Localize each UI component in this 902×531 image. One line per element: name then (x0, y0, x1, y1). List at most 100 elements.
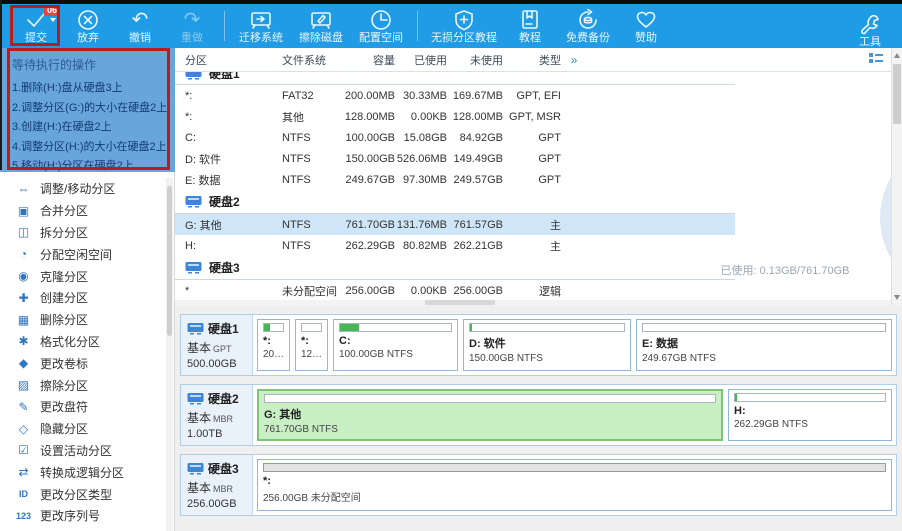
cell-fs: NTFS (282, 219, 337, 231)
sidebar-item-merge[interactable]: ▣合并分区 (0, 200, 175, 222)
sidebar-item-change-drive-letter[interactable]: ✎更改盘符 (0, 396, 175, 418)
disk-scheme: GPT (213, 344, 232, 354)
table-row[interactable]: C:NTFS100.00GB15.08GB84.92GBGPT (175, 127, 735, 148)
create-icon: ✚ (16, 291, 31, 305)
partition-box-selected[interactable]: G: 其他 761.70GB NTFS (257, 389, 723, 441)
sidebar-item-create[interactable]: ✚创建分区 (0, 287, 175, 309)
scroll-down-icon[interactable] (894, 295, 900, 300)
lossless-tutorial-button[interactable]: 无损分区教程 (424, 4, 504, 48)
sidebar-item-delete[interactable]: ▦删除分区 (0, 309, 175, 331)
sidebar-item-hide-partition[interactable]: ◇隐藏分区 (0, 418, 175, 440)
partition-table: 已使用: 0.13GB/761.70GB 分区 文件系统 容量 已使用 未使用 … (175, 48, 902, 305)
partition-box[interactable]: *: 20… (257, 319, 290, 371)
col-type[interactable]: 类型 (503, 52, 561, 68)
table-row[interactable]: H:NTFS262.29GB80.82MB262.21GB主 (175, 235, 735, 256)
disk-icon (187, 392, 204, 405)
partition-box[interactable]: D: 软件 150.00GB NTFS (463, 319, 631, 371)
sponsor-button[interactable]: 赞助 (620, 4, 672, 48)
sidebar-item-change-type-id[interactable]: ID更改分区类型 (0, 483, 175, 505)
partition-title: *: (263, 475, 886, 487)
list-view-toggle-icon[interactable] (869, 53, 884, 66)
cell-type: GPT (503, 174, 561, 186)
sidebar-item-change-serial[interactable]: 123更改序列号 (0, 505, 175, 527)
table-row[interactable]: *未分配空间256.00GB0.00KB256.00GB逻辑 (175, 280, 735, 301)
col-used[interactable]: 已使用 (395, 52, 447, 68)
usage-bar (339, 323, 452, 332)
table-row-selected[interactable]: G: 其他NTFS761.70GB131.76MB761.57GB主 (175, 214, 735, 235)
sidebar-item-change-label[interactable]: ◆更改卷标 (0, 352, 175, 374)
sidebar-item-set-active[interactable]: ☑设置活动分区 (0, 440, 175, 462)
cell-free: 169.67MB (447, 90, 503, 102)
configure-space-button[interactable]: 配置空间 (351, 4, 411, 48)
cell-fs: NTFS (282, 240, 337, 252)
pending-operation-item[interactable]: 1.删除(H:)盘从硬盘3上 (12, 79, 175, 99)
cell-fs: 未分配空间 (282, 283, 337, 299)
table-row[interactable]: *:其他128.00MB0.00KB128.00MBGPT, MSR (175, 106, 735, 127)
sidebar-item-label: 更改盘符 (40, 398, 88, 415)
cell-free: 149.49GB (447, 153, 503, 165)
usage-bar (642, 323, 886, 332)
pending-operation-item[interactable]: 5.移动(H:)分区在硬盘2上 (12, 157, 175, 177)
disk1-label[interactable]: 硬盘1 基本GPT 500.00GB (181, 315, 253, 375)
partition-box[interactable]: H: 262.29GB NTFS (728, 389, 892, 441)
table-row[interactable]: D: 软件NTFS150.00GB526.06MB149.49GBGPT (175, 148, 735, 169)
sidebar-item-allocate-free-space[interactable]: ◔分配空闲空间 (0, 243, 175, 265)
sidebar-item-wipe-partition[interactable]: ▨擦除分区 (0, 374, 175, 396)
undo-button[interactable]: ↶ 撤销 (114, 4, 166, 48)
disk2-label[interactable]: 硬盘2 基本MBR 1.00TB (181, 385, 253, 445)
partition-box[interactable]: *: 12… (295, 319, 328, 371)
table-scrollbar-thumb[interactable] (893, 64, 901, 124)
clone-icon: ◉ (16, 269, 31, 283)
sidebar-item-clone[interactable]: ◉克隆分区 (0, 265, 175, 287)
disk-group-header[interactable]: 硬盘3 (175, 256, 735, 280)
wipe-disk-button[interactable]: 擦除磁盘 (291, 4, 351, 48)
disk-group-header[interactable]: 硬盘1 (175, 72, 735, 85)
sidebar-item-format[interactable]: ✱格式化分区 (0, 331, 175, 353)
columns-more-indicator[interactable]: » (561, 53, 587, 67)
redo-label: 重做 (181, 32, 203, 45)
sidebar-item-convert-logical[interactable]: ⇄转换成逻辑分区 (0, 461, 175, 483)
sidebar-item-label: 更改卷标 (40, 355, 88, 372)
disk3-label[interactable]: 硬盘3 基本MBR 256.00GB (181, 455, 253, 515)
cell-partition: * (185, 285, 282, 297)
col-free[interactable]: 未使用 (447, 52, 503, 68)
col-partition[interactable]: 分区 (185, 52, 282, 68)
table-horizontal-scrollbar[interactable] (175, 300, 891, 305)
col-filesystem[interactable]: 文件系统 (282, 52, 337, 68)
table-vertical-scrollbar[interactable] (891, 48, 902, 305)
disk-group-header[interactable]: 硬盘2 (175, 190, 735, 214)
tutorial-button[interactable]: 教程 (504, 4, 556, 48)
sidebar-item-split[interactable]: ◫拆分分区 (0, 222, 175, 244)
sidebar-item-label: 删除分区 (40, 311, 88, 328)
discard-button[interactable]: 放弃 (62, 4, 114, 48)
partition-box-unallocated[interactable]: *: 256.00GB 未分配空间 (257, 459, 892, 511)
partition-box[interactable]: C: 100.00GB NTFS (333, 319, 458, 371)
sidebar-item-resize-move[interactable]: ⇔调整/移动分区 (0, 178, 175, 200)
cell-capacity: 128.00MB (337, 111, 395, 123)
redo-button[interactable]: ↷ 重做 (166, 4, 218, 48)
pending-operation-item[interactable]: 3.创建(H:)在硬盘2上 (12, 118, 175, 138)
horizontal-scrollbar-thumb[interactable] (425, 300, 495, 305)
disk-row-2: 硬盘2 基本MBR 1.00TB G: 其他 761.70GB NTFS H: … (180, 384, 897, 446)
submit-button[interactable]: 提交 06 (10, 4, 62, 48)
free-backup-button[interactable]: 免费备份 (556, 4, 620, 48)
cell-free: 761.57GB (447, 219, 503, 231)
free-backup-label: 免费备份 (566, 32, 610, 45)
migrate-os-button[interactable]: 迁移系统 (231, 4, 291, 48)
table-row[interactable]: *:FAT32200.00MB30.33MB169.67MBGPT, EFI (175, 85, 735, 106)
submit-dropdown-caret-icon[interactable] (50, 18, 56, 22)
pending-operation-item[interactable]: 4.调整分区(H:)的大小在硬盘2上 (12, 138, 175, 158)
sidebar-scrollbar-thumb[interactable] (167, 186, 172, 336)
scroll-up-icon[interactable] (894, 53, 900, 58)
cell-type: GPT (503, 153, 561, 165)
sidebar-scrollbar[interactable] (166, 178, 173, 531)
partition-box[interactable]: E: 数据 249.67GB NTFS (636, 319, 892, 371)
tools-button[interactable]: 工具 (844, 8, 896, 52)
col-capacity[interactable]: 容量 (337, 52, 395, 68)
partition-title: *: (301, 335, 322, 347)
pending-operation-item[interactable]: 2.调整分区(G:)的大小在硬盘2上 (12, 99, 175, 119)
usage-bar (469, 323, 625, 332)
cell-capacity: 100.00GB (337, 132, 395, 144)
table-row[interactable]: E: 数据NTFS249.67GB97.30MB249.57GBGPT (175, 169, 735, 190)
sidebar-item-partition-align[interactable]: ☰分区对齐 (0, 527, 175, 531)
